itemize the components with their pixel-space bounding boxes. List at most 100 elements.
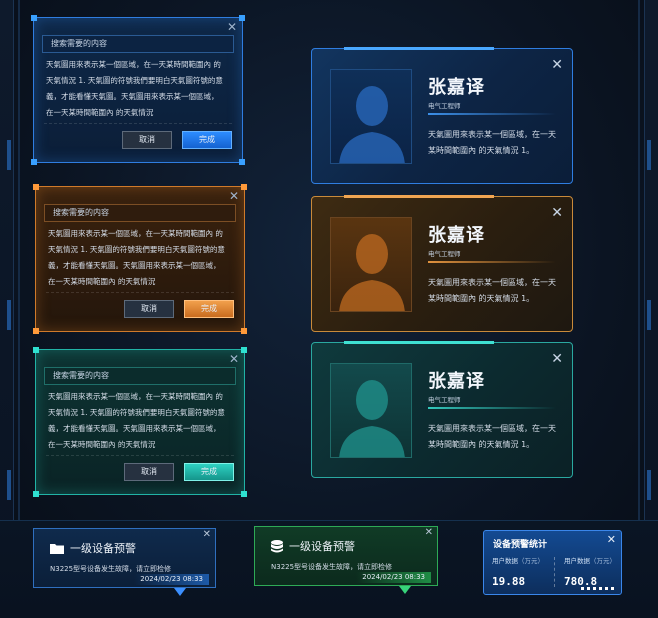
alert-timestamp: 2024/02/23 08:33 — [356, 572, 431, 583]
search-input[interactable]: 搜索需要的内容 — [42, 35, 234, 53]
alert-title: 一级设备预警 — [271, 538, 355, 554]
corner-marker — [239, 15, 245, 21]
done-button[interactable]: 完成 — [184, 463, 234, 481]
search-dialog-orange: ✕ 搜索需要的内容 天氣圖用來表示某一個區域，在一天某時間範圍內 的 天氣情況 … — [33, 184, 247, 334]
stat-label-text: 用户数据 — [564, 557, 590, 565]
corner-marker — [33, 184, 39, 190]
corner-marker — [33, 491, 39, 497]
down-arrow-icon — [174, 588, 186, 596]
dialog-actions: 取消 完成 — [122, 131, 232, 149]
alert-title-text: 一级设备预警 — [70, 542, 136, 555]
dialog-actions: 取消 完成 — [124, 463, 234, 481]
search-input[interactable]: 搜索需要的内容 — [44, 204, 236, 222]
decorative-stripe — [581, 587, 615, 590]
close-icon[interactable]: ✕ — [425, 528, 433, 538]
close-icon[interactable]: ✕ — [229, 190, 239, 202]
search-dialog-blue: ✕ 搜索需要的内容 天氣圖用來表示某一個區域，在一天某時間範圍內 的 天氣情況 … — [31, 15, 245, 165]
stat-left: 用户数据（万元） 19.88 — [492, 555, 552, 588]
rail-tick — [647, 300, 651, 330]
body-line: 在一天某時間範圍內 的天氣情況 — [48, 277, 156, 286]
stat-unit: （万元） — [518, 557, 544, 565]
card-accent-bar — [344, 47, 494, 50]
cancel-button[interactable]: 取消 — [124, 300, 174, 318]
corner-marker — [241, 491, 247, 497]
body-line: 義，才能看懂天氣圖。天氣圖用來表示某一個區域， — [46, 92, 219, 101]
profile-description: 天氣圖用來表示某一個區域，在一天某時間範圍內 的天氣情況 1。 — [428, 278, 556, 303]
alert-message: N3225型号设备发生故障，请立即检修 — [50, 565, 172, 573]
alert-title: 一级设备预警 — [50, 540, 136, 556]
profile-name: 张嘉译 — [428, 371, 485, 392]
close-icon[interactable]: ✕ — [607, 534, 616, 545]
rail-tick — [647, 470, 651, 500]
stat-right: 用户数据（万元） 780.8 — [564, 555, 624, 588]
corner-marker — [241, 328, 247, 334]
close-icon[interactable]: ✕ — [203, 530, 211, 540]
folder-icon — [50, 544, 64, 554]
close-icon[interactable]: ✕ — [551, 58, 563, 72]
profile-name: 张嘉译 — [428, 225, 485, 246]
dialog-body: 天氣圖用來表示某一個區域，在一天某時間範圍內 的 天氣情況 1. 天氣圖的符號我… — [44, 226, 236, 290]
title-underline — [428, 261, 556, 263]
body-line: 天氣情況 1. 天氣圖的符號我們要明白天氣圖符號的意 — [48, 245, 225, 254]
profile-name: 张嘉译 — [428, 77, 485, 98]
card-accent-bar — [344, 195, 494, 198]
person-silhouette-icon — [339, 380, 405, 457]
rail-tick — [7, 470, 11, 500]
done-button[interactable]: 完成 — [184, 300, 234, 318]
rail-tick — [7, 300, 11, 330]
dialog-divider — [46, 455, 234, 456]
dialog-divider — [46, 292, 234, 293]
corner-marker — [33, 347, 39, 353]
alert-card-green: ✕ 一级设备预警 N3225型号设备发生故障，请立即检修 2024/02/23 … — [254, 526, 438, 594]
device-warning-stats: 设备预警统计 ✕ 用户数据（万元） 19.88 用户数据（万元） 780.8 — [483, 530, 622, 595]
alert-title-text: 一级设备预警 — [289, 540, 355, 553]
profile-role: 电气工程师 — [428, 396, 461, 404]
left-divider — [18, 0, 20, 520]
corner-marker — [241, 347, 247, 353]
dialog-divider — [44, 123, 232, 124]
alert-message: N3225型号设备发生故障，请立即检修 — [271, 563, 393, 571]
person-silhouette-icon — [339, 234, 405, 311]
cancel-button[interactable]: 取消 — [124, 463, 174, 481]
down-arrow-icon — [399, 586, 411, 594]
profile-description: 天氣圖用來表示某一個區域，在一天某時間範圍內 的天氣情況 1。 — [428, 130, 556, 155]
rail-tick — [647, 140, 651, 170]
alert-timestamp: 2024/02/23 08:33 — [134, 574, 209, 585]
search-dialog-teal: ✕ 搜索需要的内容 天氣圖用來表示某一個區域，在一天某時間範圍內 的 天氣情況 … — [33, 347, 247, 497]
close-icon[interactable]: ✕ — [229, 353, 239, 365]
body-line: 義，才能看懂天氣圖。天氣圖用來表示某一個區域， — [48, 424, 221, 433]
close-icon[interactable]: ✕ — [227, 21, 237, 33]
stat-unit: （万元） — [590, 557, 616, 565]
dialog-actions: 取消 完成 — [124, 300, 234, 318]
profile-card-orange: ✕ 张嘉译 电气工程师 天氣圖用來表示某一個區域，在一天某時間範圍內 的天氣情況… — [311, 195, 573, 332]
title-underline — [428, 113, 556, 115]
close-icon[interactable]: ✕ — [551, 352, 563, 366]
avatar — [330, 69, 412, 164]
body-line: 在一天某時間範圍內 的天氣情況 — [48, 440, 156, 449]
corner-marker — [33, 328, 39, 334]
done-button[interactable]: 完成 — [182, 131, 232, 149]
profile-card-teal: ✕ 张嘉译 电气工程师 天氣圖用來表示某一個區域，在一天某時間範圍內 的天氣情況… — [311, 341, 573, 478]
body-line: 天氣情況 1. 天氣圖的符號我們要明白天氣圖符號的意 — [48, 408, 225, 417]
stat-value: 19.88 — [492, 575, 526, 588]
cancel-button[interactable]: 取消 — [122, 131, 172, 149]
avatar — [330, 363, 412, 458]
profile-role: 电气工程师 — [428, 102, 461, 110]
dialog-body: 天氣圖用來表示某一個區域，在一天某時間範圍內 的 天氣情況 1. 天氣圖的符號我… — [42, 57, 234, 121]
dialog-body: 天氣圖用來表示某一個區域，在一天某時間範圍內 的 天氣情況 1. 天氣圖的符號我… — [44, 389, 236, 453]
alert-card-blue: ✕ 一级设备预警 N3225型号设备发生故障，请立即检修 2024/02/23 … — [33, 528, 216, 596]
close-icon[interactable]: ✕ — [551, 206, 563, 220]
canvas: ✕ 搜索需要的内容 天氣圖用來表示某一個區域，在一天某時間範圍內 的 天氣情況 … — [0, 0, 658, 618]
avatar — [330, 217, 412, 312]
stat-label: 用户数据（万元） — [564, 555, 624, 565]
body-line: 天氣情況 1. 天氣圖的符號我們要明白天氣圖符號的意 — [46, 76, 223, 85]
body-line: 天氣圖用來表示某一個區域，在一天某時間範圍內 的 — [48, 229, 223, 238]
body-line: 天氣圖用來表示某一個區域，在一天某時間範圍內 的 — [46, 60, 221, 69]
search-input[interactable]: 搜索需要的内容 — [44, 367, 236, 385]
profile-description: 天氣圖用來表示某一個區域，在一天某時間範圍內 的天氣情況 1。 — [428, 424, 556, 449]
stat-label-text: 用户数据 — [492, 557, 518, 565]
profile-card-blue: ✕ 张嘉译 电气工程师 天氣圖用來表示某一個區域，在一天某時間範圍內 的天氣情況… — [311, 47, 573, 184]
corner-marker — [31, 15, 37, 21]
body-line: 義，才能看懂天氣圖。天氣圖用來表示某一個區域， — [48, 261, 221, 270]
person-silhouette-icon — [339, 86, 405, 163]
